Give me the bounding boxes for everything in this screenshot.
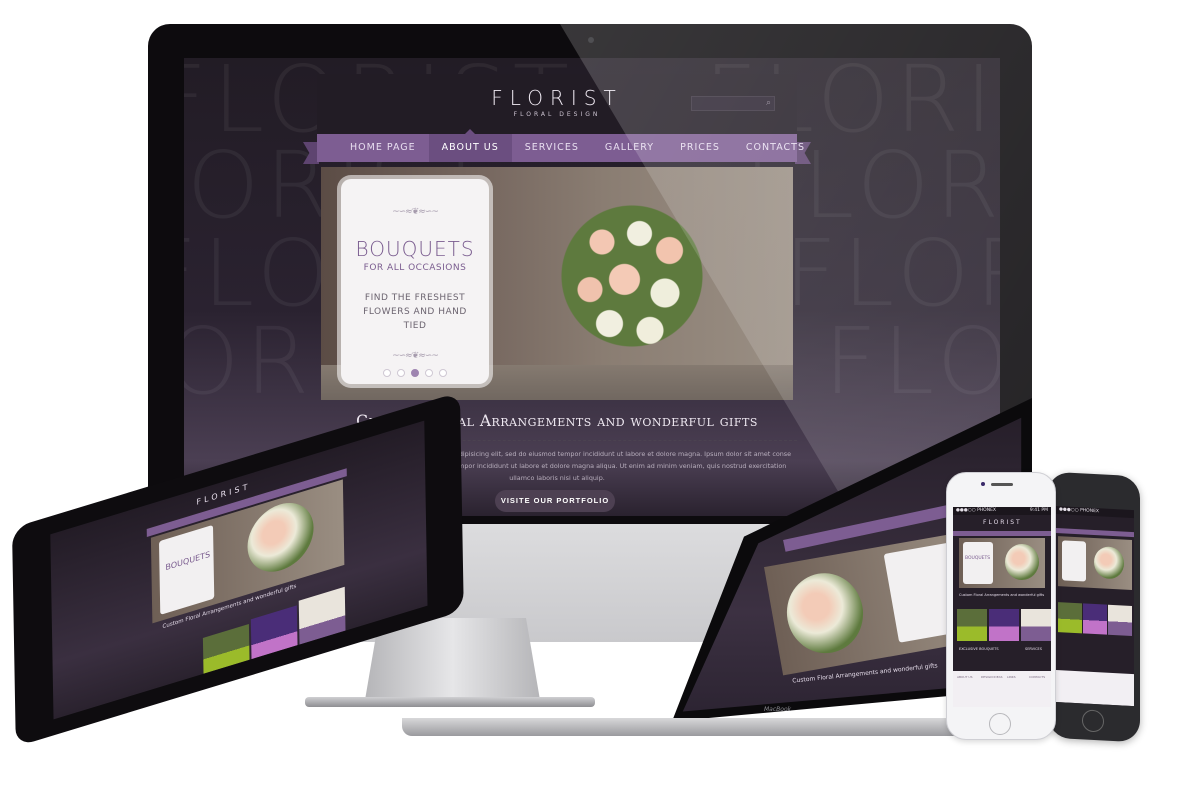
carrier-label: ●●●○○ PHONEX	[956, 508, 996, 513]
iphone-dark-screen: ●●●○○ PHONEX	[1056, 506, 1134, 707]
iphone-dark-device: ●●●○○ PHONEX	[1048, 471, 1140, 743]
nav-item-prices[interactable]: PRICES	[667, 134, 733, 162]
phone-services-title: SERVICES	[1025, 647, 1042, 651]
phone-footer	[1056, 670, 1134, 707]
camera-icon	[981, 482, 985, 486]
home-button[interactable]	[989, 713, 1011, 735]
carrier-label: ●●●○○ PHONEX	[1059, 507, 1099, 515]
phone-hero: BOUQUETS	[959, 538, 1045, 588]
phone-tile-design[interactable]	[989, 609, 1019, 641]
macbook-label: MacBook	[764, 706, 792, 713]
ipad-screen: FLORIST BOUQUETS Custom Floral Arrangeme…	[50, 420, 428, 720]
phone-nav	[953, 531, 1051, 536]
hero-slider: ~∽≈❦≈∽~ BOUQUETS FOR ALL OCCASIONS FIND …	[321, 167, 793, 400]
phone-tile-plants[interactable]	[1058, 602, 1082, 634]
site-header: FLORIST FLORAL DESIGN ⌕	[317, 74, 797, 136]
macbook-bouquet-image	[780, 567, 870, 660]
footer-col-links: LINKS	[1007, 675, 1016, 679]
nav-item-home[interactable]: HOME PAGE	[337, 134, 429, 162]
slider-subtitle: FOR ALL OCCASIONS	[363, 263, 467, 273]
camera-icon	[588, 37, 594, 43]
slider-dot[interactable]	[439, 369, 447, 377]
ipad-slider-title: BOUQUETS	[165, 549, 211, 573]
search-icon[interactable]: ⌕	[766, 98, 771, 108]
slider-pagination	[341, 369, 489, 377]
footer-col-about: ABOUT US	[957, 675, 973, 679]
background-watermark: FLORIST	[784, 220, 1000, 327]
home-button[interactable]	[1082, 709, 1104, 733]
phone-footer: ABOUT US DESIGN IDEAS LINKS CONTACTS	[953, 671, 1051, 707]
iphone-white-screen: ●●●○○ PHONEX 9:41 PM FLORIST BOUQUETS Cu…	[953, 507, 1051, 707]
status-bar: ●●●○○ PHONEX 9:41 PM	[953, 507, 1051, 515]
phone-tile-holidays[interactable]	[1021, 609, 1051, 641]
speaker-grille	[991, 483, 1013, 486]
nav-item-contacts[interactable]: CONTACTS	[733, 134, 818, 162]
phone-section-title: EXCLUSIVE BOUQUETS	[959, 647, 999, 651]
nav-item-gallery[interactable]: GALLERY	[592, 134, 667, 162]
phone-slider-title: BOUQUETS	[965, 556, 991, 561]
ipad-tile-design[interactable]	[250, 605, 298, 660]
background-watermark: FLORIST	[824, 308, 1000, 415]
phone-bouquet-image	[1094, 546, 1124, 580]
phone-slider-card	[1062, 540, 1086, 582]
phone-slider-card: BOUQUETS	[963, 542, 993, 584]
bouquet-image	[557, 191, 707, 361]
slider-dot[interactable]	[397, 369, 405, 377]
slider-title: BOUQUETS	[355, 237, 475, 261]
flourish-bottom-icon: ~∽≈❦≈∽~	[392, 351, 439, 361]
phone-bouquet-image	[1005, 544, 1039, 580]
footer-col-contacts: CONTACTS	[1029, 675, 1046, 679]
phone-tile-holidays[interactable]	[1108, 604, 1132, 636]
phone-tagline: Custom Floral Arrangements and wonderful…	[959, 593, 1045, 597]
phone-tile-design[interactable]	[1083, 603, 1107, 635]
nav-item-about[interactable]: ABOUT US	[428, 129, 512, 162]
footer-col-design: DESIGN IDEAS	[981, 675, 1003, 679]
nav-item-services[interactable]: SERVICES	[512, 134, 592, 162]
ipad-slider-card: BOUQUETS	[158, 524, 215, 615]
portfolio-button[interactable]: VISITE OUR PORTFOLIO	[495, 490, 615, 512]
slider-dot[interactable]	[425, 369, 433, 377]
main-nav: HOME PAGE ABOUT US SERVICES GALLERY PRIC…	[317, 129, 804, 162]
logo-subtitle: FLORAL DESIGN	[513, 111, 601, 118]
status-bar: ●●●○○ PHONEX	[1056, 506, 1134, 520]
slider-text: FIND THE FRESHEST FLOWERS AND HAND TIED	[363, 293, 467, 331]
iphone-white-device: ●●●○○ PHONEX 9:41 PM FLORIST BOUQUETS Cu…	[946, 472, 1056, 740]
ipad-bouquet-image	[246, 494, 315, 581]
slider-dot[interactable]	[383, 369, 391, 377]
phone-hero	[1058, 536, 1132, 590]
flourish-top-icon: ~∽≈❦≈∽~	[392, 207, 439, 217]
clock-label: 9:41 PM	[1029, 508, 1048, 513]
search-input[interactable]: ⌕	[691, 96, 775, 111]
slider-caption-card: ~∽≈❦≈∽~ BOUQUETS FOR ALL OCCASIONS FIND …	[341, 179, 489, 384]
slider-dot-active[interactable]	[411, 369, 419, 377]
macbook-base	[402, 718, 1002, 736]
ipad-device: FLORIST BOUQUETS Custom Floral Arrangeme…	[12, 391, 464, 748]
ipad-tile-holidays[interactable]	[298, 586, 346, 645]
phone-tile-plants[interactable]	[957, 609, 987, 641]
phone-logo: FLORIST	[983, 519, 1022, 526]
ipad-tile-plants[interactable]	[202, 623, 250, 674]
